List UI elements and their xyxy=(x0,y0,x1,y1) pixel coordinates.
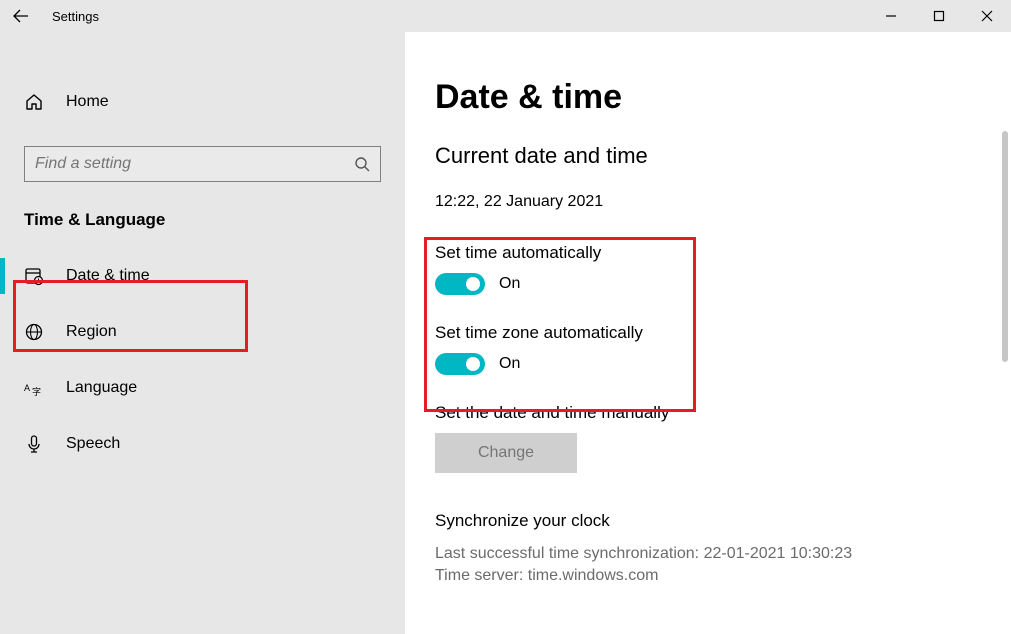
search-box[interactable] xyxy=(24,146,381,182)
nav-item-language[interactable]: A字 Language xyxy=(0,360,405,416)
nav-item-speech[interactable]: Speech xyxy=(0,416,405,472)
title-bar: Settings xyxy=(0,0,1011,32)
minimize-icon xyxy=(885,10,897,22)
sync-server-line: Time server: time.windows.com xyxy=(435,565,1011,587)
app-title: Settings xyxy=(52,9,99,24)
nav-label: Speech xyxy=(66,435,120,453)
set-time-auto-label: Set time automatically xyxy=(435,243,1011,263)
current-datetime-heading: Current date and time xyxy=(435,143,1011,169)
manual-set-label: Set the date and time manually xyxy=(435,403,1011,423)
set-time-auto-state: On xyxy=(499,275,520,293)
svg-text:字: 字 xyxy=(32,386,41,397)
close-button[interactable] xyxy=(963,0,1011,32)
home-nav[interactable]: Home xyxy=(0,80,405,124)
nav-label: Date & time xyxy=(66,267,150,285)
set-tz-auto-label: Set time zone automatically xyxy=(435,323,1011,343)
microphone-icon xyxy=(24,434,44,454)
back-button[interactable] xyxy=(0,0,42,32)
home-icon xyxy=(24,92,44,112)
search-icon xyxy=(354,156,370,172)
minimize-button[interactable] xyxy=(867,0,915,32)
maximize-button[interactable] xyxy=(915,0,963,32)
back-arrow-icon xyxy=(13,8,29,24)
sync-last-line: Last successful time synchronization: 22… xyxy=(435,543,1011,565)
main-content: Date & time Current date and time 12:22,… xyxy=(405,32,1011,634)
scrollbar[interactable] xyxy=(1002,131,1008,362)
set-tz-auto-toggle[interactable] xyxy=(435,353,485,375)
search-input[interactable] xyxy=(35,155,354,173)
sync-clock-heading: Synchronize your clock xyxy=(435,511,1011,531)
globe-icon xyxy=(24,322,44,342)
sidebar: Home Time & Language Date & time Region … xyxy=(0,32,405,634)
close-icon xyxy=(981,10,993,22)
nav-item-region[interactable]: Region xyxy=(0,304,405,360)
home-label: Home xyxy=(66,93,109,111)
maximize-icon xyxy=(933,10,945,22)
svg-text:A: A xyxy=(24,383,30,393)
change-button: Change xyxy=(435,433,577,473)
nav-label: Region xyxy=(66,323,117,341)
nav-group-header: Time & Language xyxy=(24,210,381,230)
set-time-auto-toggle[interactable] xyxy=(435,273,485,295)
calendar-clock-icon xyxy=(24,266,44,286)
page-title: Date & time xyxy=(435,78,1011,117)
nav-item-date-time[interactable]: Date & time xyxy=(0,248,405,304)
current-datetime-value: 12:22, 22 January 2021 xyxy=(435,193,1011,211)
language-icon: A字 xyxy=(24,378,44,398)
nav-label: Language xyxy=(66,379,137,397)
set-tz-auto-state: On xyxy=(499,355,520,373)
